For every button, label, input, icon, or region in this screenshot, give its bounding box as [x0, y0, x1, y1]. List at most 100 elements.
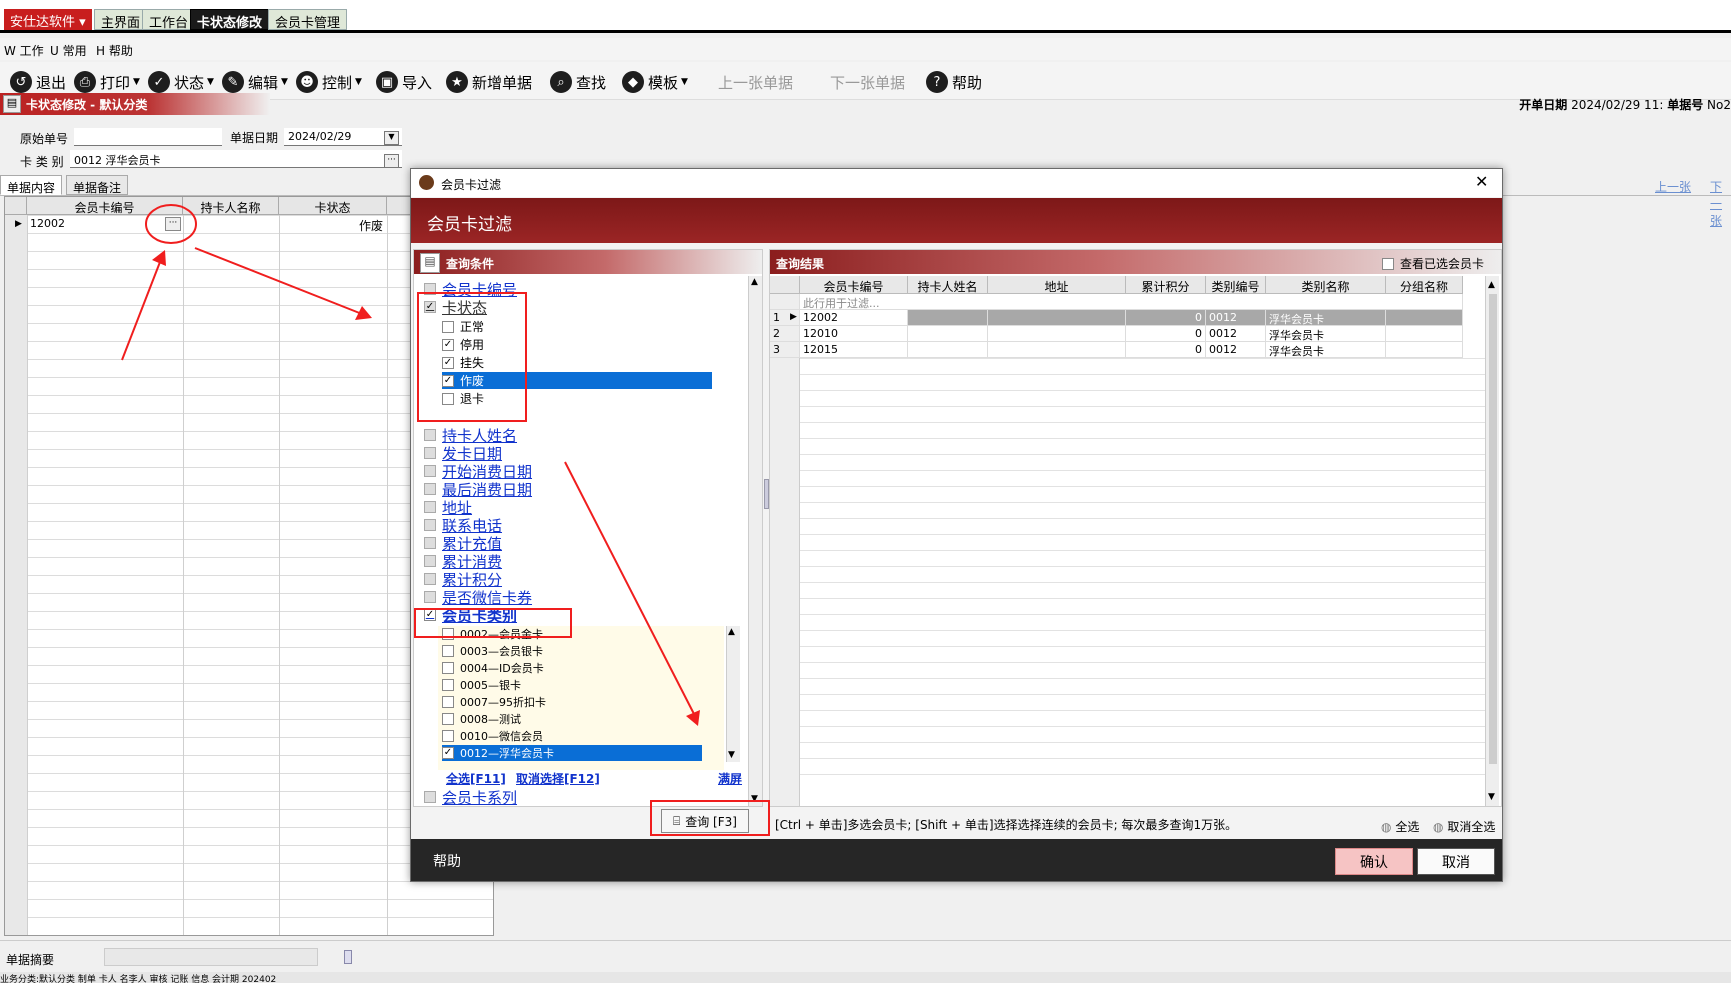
result-cell-type-name[interactable]: 浮华会员卡: [1266, 326, 1386, 342]
close-icon[interactable]: ✕: [1475, 172, 1488, 191]
tab-doc-remark[interactable]: 单据备注: [66, 175, 129, 195]
result-cell-address[interactable]: [988, 342, 1126, 358]
tab-card-status[interactable]: 卡状态修改: [190, 9, 270, 31]
cond-holder-name[interactable]: 持卡人姓名: [424, 426, 517, 445]
checkbox[interactable]: [424, 483, 436, 495]
status-button[interactable]: ✓ 状态 ▼: [148, 70, 214, 94]
card-type-0004[interactable]: 0004—ID会员卡: [442, 660, 702, 676]
col-holder[interactable]: 持卡人名称: [183, 197, 279, 215]
scroll-up-icon[interactable]: ▲: [751, 277, 758, 287]
tab-card-manage[interactable]: 会员卡管理: [268, 9, 348, 31]
result-cell-address[interactable]: [988, 310, 1126, 326]
top-right-next-link[interactable]: 下一张: [1710, 178, 1731, 229]
result-cell-type-no[interactable]: 0012: [1206, 310, 1266, 326]
grid-cell-card-no[interactable]: 12002: [30, 217, 65, 230]
result-cell-idx[interactable]: 2: [770, 326, 800, 342]
date-dropdown-icon[interactable]: ▼: [384, 131, 399, 145]
top-right-prev-link[interactable]: 上一张: [1655, 178, 1691, 195]
result-col-type-no[interactable]: 类别编号: [1206, 276, 1266, 294]
checkbox[interactable]: [424, 519, 436, 531]
dialog-help-link[interactable]: 帮助: [433, 851, 461, 871]
summary-field[interactable]: [104, 948, 318, 966]
result-cell-card-no[interactable]: 12015: [800, 342, 908, 358]
import-button[interactable]: ▣ 导入: [376, 70, 432, 94]
print-button[interactable]: ⎙ 打印 ▼: [74, 70, 140, 94]
cond-address[interactable]: 地址: [424, 498, 472, 517]
cond-total-recharge[interactable]: 累计充值: [424, 534, 502, 553]
tab-workbench[interactable]: 工作台: [142, 9, 196, 31]
type-scroll-up-icon[interactable]: ▲: [728, 627, 735, 637]
result-col-group[interactable]: 分组名称: [1386, 276, 1463, 294]
view-selected-checkbox[interactable]: 查看已选会员卡: [1382, 255, 1484, 272]
menu-work[interactable]: W 工作: [4, 42, 44, 59]
cond-first-use-date[interactable]: 开始消费日期: [424, 462, 532, 481]
prev-doc-button[interactable]: 上一张单据: [718, 70, 793, 94]
result-cell-type-name[interactable]: 浮华会员卡: [1266, 342, 1386, 358]
card-type-0008[interactable]: 0008—测试: [442, 711, 702, 727]
help-button[interactable]: ? 帮助: [926, 70, 982, 94]
results-scroll-up-icon[interactable]: ▲: [1488, 280, 1495, 290]
summary-splitter-handle[interactable]: [344, 950, 352, 964]
card-type-picker-icon[interactable]: ···: [384, 154, 399, 168]
checkbox[interactable]: [1382, 257, 1394, 270]
deselect-link[interactable]: 取消选择[F12]: [516, 770, 600, 787]
checkbox[interactable]: [424, 591, 436, 603]
grid-cell-status[interactable]: 作废: [279, 217, 383, 234]
edit-button[interactable]: ✎ 编辑 ▼: [222, 70, 288, 94]
result-cell-points[interactable]: 0: [1126, 342, 1206, 358]
result-cell-type-no[interactable]: 0012: [1206, 342, 1266, 358]
card-type-0003[interactable]: 0003—会员银卡: [442, 643, 702, 659]
select-all-link[interactable]: 全选[F11]: [446, 770, 506, 787]
orig-no-field[interactable]: [74, 128, 222, 146]
result-cell-card-no[interactable]: 12002: [800, 310, 908, 326]
menu-common[interactable]: U 常用: [50, 42, 87, 59]
cond-total-points[interactable]: 累计积分: [424, 570, 502, 589]
card-type-0010[interactable]: 0010—微信会员: [442, 728, 702, 744]
app-menu-button[interactable]: 安仕达软件 ▾: [4, 9, 92, 30]
cond-wechat-coupon[interactable]: 是否微信卡券: [424, 588, 532, 607]
checkbox[interactable]: [442, 645, 454, 657]
checkbox[interactable]: [424, 501, 436, 513]
exit-button[interactable]: ↺ 退出: [10, 70, 66, 94]
col-card-status[interactable]: 卡状态: [279, 197, 387, 215]
control-button[interactable]: ☻ 控制 ▼: [296, 70, 362, 94]
card-type-field[interactable]: 0012 浮华会员卡: [70, 150, 402, 168]
confirm-button[interactable]: 确认: [1335, 848, 1413, 875]
result-col-points[interactable]: 累计积分: [1126, 276, 1206, 294]
result-cell-address[interactable]: [988, 326, 1126, 342]
cond-total-consume[interactable]: 累计消费: [424, 552, 502, 571]
card-type-scrollbar[interactable]: [726, 626, 740, 762]
checkbox[interactable]: [424, 447, 436, 459]
all-deselect-radio[interactable]: ◍ 取消全选: [1433, 818, 1495, 835]
result-cell-points[interactable]: 0: [1126, 310, 1206, 326]
result-col-type-name[interactable]: 类别名称: [1266, 276, 1386, 294]
card-type-0005[interactable]: 0005—银卡: [442, 677, 702, 693]
checkbox[interactable]: [424, 429, 436, 441]
new-doc-button[interactable]: ★ 新增单据: [446, 70, 532, 94]
result-cell-holder[interactable]: [908, 310, 988, 326]
result-cell-group[interactable]: [1386, 326, 1463, 342]
all-select-radio[interactable]: ◍ 全选: [1381, 818, 1419, 835]
result-cell-points[interactable]: 0: [1126, 326, 1206, 342]
tab-doc-content[interactable]: 单据内容: [0, 175, 63, 195]
next-doc-button[interactable]: 下一张单据: [830, 70, 905, 94]
results-scroll-down-icon[interactable]: ▼: [1488, 792, 1495, 802]
template-button[interactable]: ◆ 模板 ▼: [622, 70, 688, 94]
filter-row-input[interactable]: 此行用于过滤...: [800, 294, 1463, 310]
cond-issue-date[interactable]: 发卡日期: [424, 444, 502, 463]
tab-main[interactable]: 主界面: [94, 9, 148, 31]
result-cell-idx[interactable]: 3: [770, 342, 800, 358]
result-cell-group[interactable]: [1386, 342, 1463, 358]
card-picker-button[interactable]: ···: [165, 217, 181, 231]
result-cell-card-no[interactable]: 12010: [800, 326, 908, 342]
cond-last-use-date[interactable]: 最后消费日期: [424, 480, 532, 499]
checkbox[interactable]: [442, 713, 454, 725]
result-cell-group[interactable]: [1386, 310, 1463, 326]
result-cell-holder[interactable]: [908, 326, 988, 342]
checkbox[interactable]: [442, 696, 454, 708]
menu-help[interactable]: H 帮助: [96, 42, 133, 59]
checkbox[interactable]: [424, 465, 436, 477]
checkbox[interactable]: ✓: [442, 747, 454, 759]
card-type-0007[interactable]: 0007—95折扣卡: [442, 694, 702, 710]
result-col-holder[interactable]: 持卡人姓名: [908, 276, 988, 294]
